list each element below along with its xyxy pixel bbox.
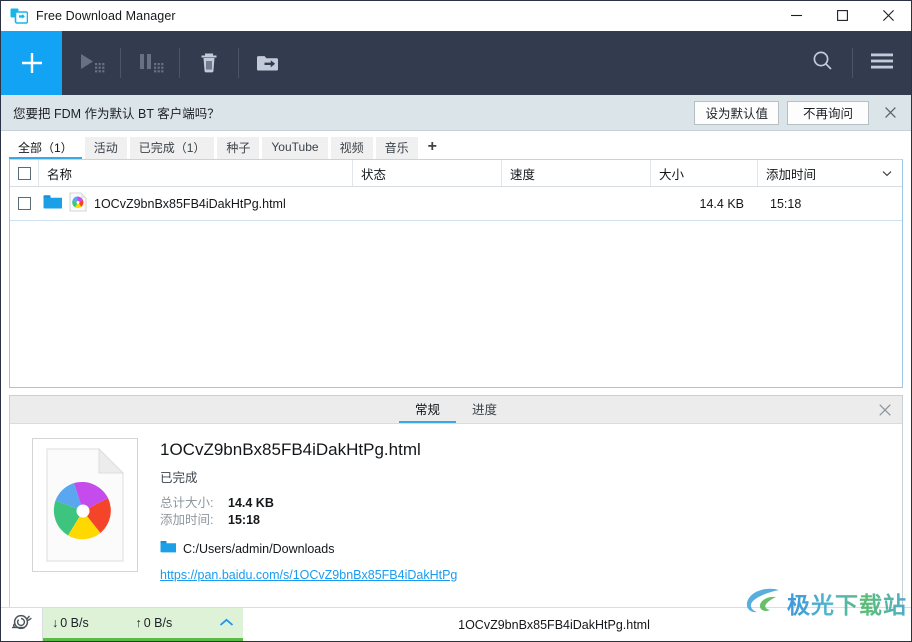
- filter-tab-youtube[interactable]: YouTube: [262, 137, 328, 159]
- detail-status: 已完成: [160, 471, 198, 485]
- minimize-button[interactable]: [773, 1, 819, 31]
- chevron-down-icon: [882, 166, 892, 180]
- delete-download-button[interactable]: [180, 31, 238, 95]
- list-header-row: 名称 状态 速度 大小 添加时间: [10, 160, 902, 187]
- detail-field-total-size: 总计大小: 14.4 KB: [160, 495, 902, 512]
- upload-speed-value: 0 B/s: [143, 616, 173, 630]
- filter-tab-all[interactable]: 全部（1）: [9, 137, 82, 159]
- status-current-file-name: 1OCvZ9bnBx85FB4iDakHtPg.html: [458, 617, 650, 632]
- detail-field-added-time: 添加时间: 15:18: [160, 512, 902, 529]
- detail-panel: 常规 进度 1OCvZ9bnBx85FB4iDakHtPg.html 已完成 总…: [9, 395, 903, 607]
- row-file-name: 1OCvZ9bnBx85FB4iDakHtPg.html: [94, 196, 286, 211]
- upload-arrow-icon: ↑: [135, 616, 142, 630]
- upload-speed-indicator: ↑ 0 B/s: [136, 616, 173, 630]
- table-row[interactable]: 1OCvZ9bnBx85FB4iDakHtPg.html 14.4 KB 15:…: [10, 187, 902, 221]
- detail-field-value: 14.4 KB: [228, 496, 274, 510]
- detail-tab-bar: 常规 进度: [10, 396, 902, 424]
- detail-path-text: C:/Users/admin/Downloads: [183, 541, 335, 556]
- select-all-header[interactable]: [10, 160, 39, 186]
- notification-close-icon[interactable]: [875, 98, 905, 128]
- title-bar-left: Free Download Manager: [1, 7, 176, 25]
- download-manager-icon: [10, 7, 29, 25]
- close-button[interactable]: [865, 1, 911, 31]
- list-body: 1OCvZ9bnBx85FB4iDakHtPg.html 14.4 KB 15:…: [10, 187, 902, 387]
- folder-icon: [160, 540, 177, 557]
- detail-info: 1OCvZ9bnBx85FB4iDakHtPg.html 已完成 总计大小: 1…: [160, 438, 902, 607]
- add-download-button[interactable]: [1, 31, 62, 95]
- detail-field-label: 总计大小:: [160, 496, 214, 510]
- pause-download-button[interactable]: [121, 31, 179, 95]
- column-header-added-time[interactable]: 添加时间: [758, 160, 902, 186]
- select-all-checkbox[interactable]: [17, 166, 31, 180]
- detail-field-label: 添加时间:: [160, 513, 214, 527]
- main-toolbar: [1, 31, 911, 95]
- fdm-window: Free Download Manager 您要把 FDM 作为默认 BT 客户…: [0, 0, 912, 642]
- filter-tab-active[interactable]: 活动: [84, 137, 127, 159]
- column-header-added-time-label: 添加时间: [766, 167, 817, 182]
- maximize-button[interactable]: [819, 1, 865, 31]
- notification-message: 您要把 FDM 作为默认 BT 客户端吗？: [13, 107, 220, 121]
- main-menu-button[interactable]: [853, 31, 911, 95]
- add-filter-tab-button[interactable]: +: [420, 137, 444, 159]
- detail-field-value: 15:18: [228, 513, 260, 527]
- column-header-size[interactable]: 大小: [651, 160, 758, 186]
- html-file-thumbnail: [32, 438, 138, 572]
- status-current-file: 1OCvZ9bnBx85FB4iDakHtPg.html 极光下载站: [243, 588, 911, 641]
- filter-tab-bar: 全部（1） 活动 已完成（1） 种子 YouTube 视频 音乐 +: [1, 131, 911, 159]
- dont-ask-again-button[interactable]: 不再询问: [787, 100, 869, 125]
- download-arrow-icon: ↓: [52, 616, 59, 630]
- download-speed-indicator: ↓ 0 B/s: [52, 616, 89, 630]
- detail-tab-general[interactable]: 常规: [398, 396, 456, 423]
- window-title: Free Download Manager: [36, 8, 176, 23]
- set-default-button[interactable]: 设为默认值: [694, 100, 779, 125]
- filter-tab-completed[interactable]: 已完成（1）: [129, 137, 215, 159]
- chevron-up-icon[interactable]: [219, 614, 234, 632]
- detail-tab-progress[interactable]: 进度: [456, 396, 513, 423]
- speed-indicator[interactable]: ↓ 0 B/s ↑ 0 B/s: [43, 608, 243, 641]
- title-bar: Free Download Manager: [1, 1, 911, 31]
- detail-file-title: 1OCvZ9bnBx85FB4iDakHtPg.html: [160, 440, 421, 459]
- detail-panel-close-icon[interactable]: [872, 396, 898, 423]
- download-speed-value: 0 B/s: [60, 616, 89, 630]
- toolbar-right-actions: [794, 31, 911, 95]
- detail-panel-body: 1OCvZ9bnBx85FB4iDakHtPg.html 已完成 总计大小: 1…: [10, 424, 902, 607]
- window-controls: [773, 1, 911, 31]
- column-header-name[interactable]: 名称: [39, 160, 353, 186]
- row-status-cell: [353, 187, 502, 220]
- filter-tab-torrents[interactable]: 种子: [217, 137, 260, 159]
- move-download-button[interactable]: [239, 31, 297, 95]
- folder-icon[interactable]: [43, 194, 63, 213]
- detail-folder-path[interactable]: C:/Users/admin/Downloads: [160, 540, 902, 557]
- row-speed-cell: [502, 187, 651, 220]
- toolbar-actions: [62, 31, 297, 95]
- search-icon: [811, 49, 835, 78]
- html-file-icon: [69, 192, 87, 215]
- filter-tab-music[interactable]: 音乐: [375, 137, 418, 159]
- search-button[interactable]: [794, 31, 852, 95]
- hamburger-menu-icon: [869, 50, 895, 77]
- column-header-status[interactable]: 状态: [353, 160, 502, 186]
- detail-source-url-link[interactable]: https://pan.baidu.com/s/1OCvZ9bnBx85FB4i…: [160, 568, 902, 582]
- row-checkbox[interactable]: [18, 197, 31, 210]
- column-header-speed[interactable]: 速度: [502, 160, 651, 186]
- filter-tab-video[interactable]: 视频: [330, 137, 373, 159]
- row-name-cell: 1OCvZ9bnBx85FB4iDakHtPg.html: [39, 187, 353, 220]
- speed-limit-button[interactable]: [1, 608, 43, 641]
- notification-bar: 您要把 FDM 作为默认 BT 客户端吗？ 设为默认值 不再询问: [1, 95, 911, 131]
- start-download-button[interactable]: [62, 31, 120, 95]
- row-size-cell: 14.4 KB: [699, 196, 744, 211]
- row-select-cell[interactable]: [10, 187, 39, 220]
- status-bar: ↓ 0 B/s ↑ 0 B/s 1OCvZ9bnBx85FB4iDakHtPg.…: [1, 588, 911, 641]
- row-added-time-cell: 15:18: [770, 196, 802, 211]
- download-list: 名称 状态 速度 大小 添加时间 1OCvZ9bnBx85FB4iDakHtPg…: [9, 159, 903, 388]
- snail-icon: [10, 612, 34, 637]
